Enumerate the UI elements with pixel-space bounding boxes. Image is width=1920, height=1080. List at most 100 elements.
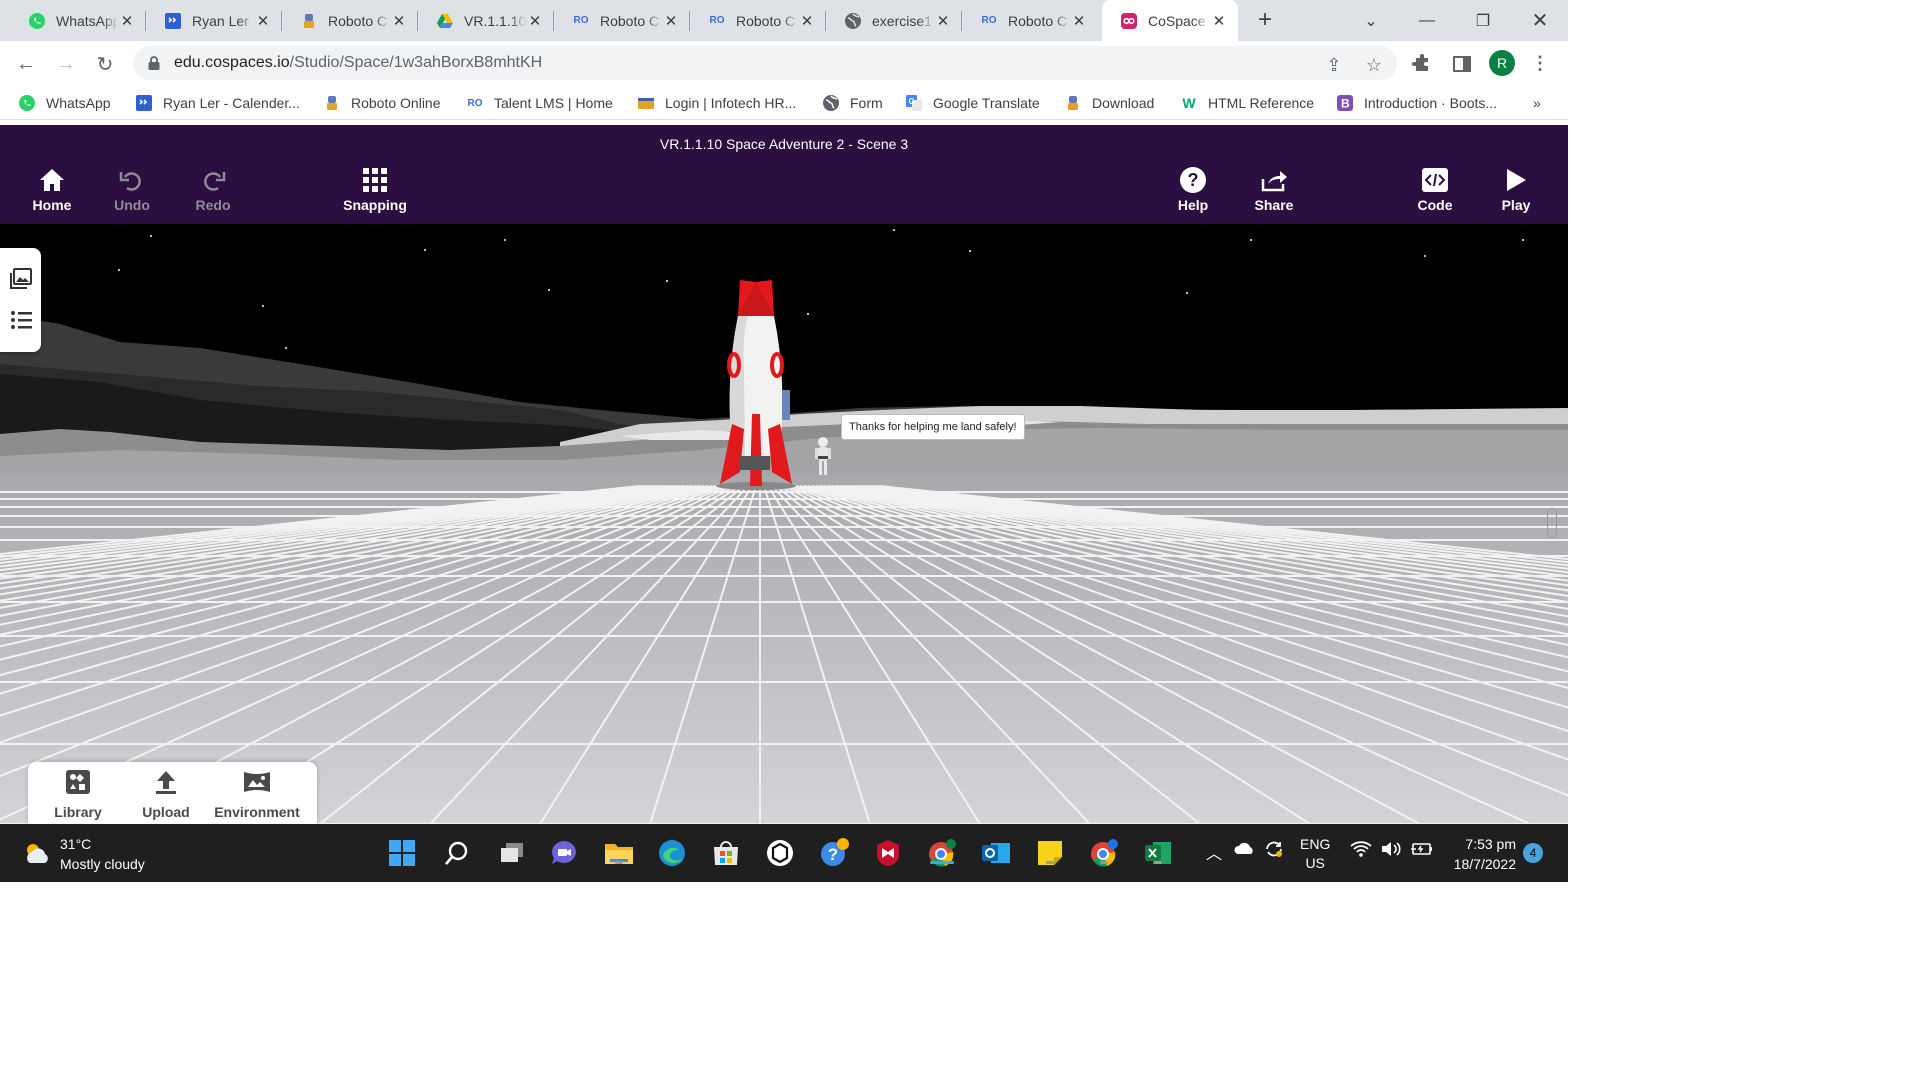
home-button[interactable]: Home — [12, 165, 92, 213]
tab-search-icon[interactable]: ⌄ — [1343, 0, 1399, 41]
environment-button[interactable]: Environment — [212, 768, 302, 820]
excel-icon[interactable] — [1142, 837, 1174, 869]
show-hidden-icons[interactable]: ︿ — [1206, 840, 1222, 864]
lock-icon[interactable] — [147, 55, 161, 71]
library-button[interactable]: Library — [33, 768, 123, 820]
close-icon[interactable]: ✕ — [662, 12, 680, 30]
microsoft-store-icon[interactable] — [710, 837, 742, 869]
tab-drive[interactable]: VR.1.1.10 ✕ — [418, 0, 554, 41]
scene-viewport[interactable]: Thanks for helping me land safely! — [0, 224, 1568, 824]
bookmark-calendar[interactable]: Ryan Ler - Calender... — [135, 93, 300, 113]
snapping-button[interactable]: Snapping — [335, 165, 415, 213]
bookmark-label: Introduction · Boots... — [1364, 95, 1498, 111]
home-icon — [12, 165, 92, 195]
chrome-profile-icon[interactable] — [1088, 837, 1120, 869]
edge-browser-icon[interactable] — [656, 837, 688, 869]
chatgpt-app-icon[interactable] — [764, 837, 796, 869]
close-icon[interactable]: ✕ — [1210, 12, 1228, 30]
translate-icon: G — [905, 94, 923, 112]
restore-button[interactable]: ❐ — [1455, 0, 1511, 41]
close-icon[interactable]: ✕ — [254, 12, 272, 30]
bookmark-html-reference[interactable]: W HTML Reference — [1180, 93, 1314, 113]
notification-badge[interactable]: 4 — [1523, 843, 1543, 863]
cospaces-header: VR.1.1.10 Space Adventure 2 - Scene 3 Ho… — [0, 125, 1568, 224]
bookmark-form[interactable]: Form — [822, 93, 883, 113]
menu-kebab-icon[interactable]: ⋮ — [1530, 53, 1550, 73]
list-icon[interactable] — [9, 308, 33, 332]
bookmark-whatsapp[interactable]: WhatsApp — [18, 93, 111, 113]
teams-chat-icon[interactable] — [548, 837, 580, 869]
bookmark-infotech[interactable]: Login | Infotech HR... — [637, 93, 796, 113]
share-page-icon[interactable]: ⇪ — [1324, 55, 1344, 75]
undo-icon — [92, 165, 172, 195]
forward-button[interactable]: → — [52, 50, 80, 78]
tab-roboto-coding-2[interactable]: RO Roboto C ✕ — [690, 0, 826, 41]
sticky-notes-icon[interactable] — [1034, 837, 1066, 869]
help-button[interactable]: ? Help — [1153, 165, 1233, 213]
bookmark-bootstrap[interactable]: B Introduction · Boots... — [1336, 93, 1497, 113]
wifi-icon[interactable] — [1350, 840, 1372, 861]
search-icon[interactable] — [441, 837, 473, 869]
tab-exercise[interactable]: exercise1 ✕ — [826, 0, 962, 41]
weather-widget[interactable]: 31°C Mostly cloudy — [22, 834, 145, 874]
close-icon[interactable]: ✕ — [526, 12, 544, 30]
redo-button[interactable]: Redo — [173, 165, 253, 213]
gallery-icon[interactable] — [9, 266, 33, 290]
bookmark-google-translate[interactable]: G Google Translate — [905, 93, 1040, 113]
roboto-coding-icon: RO — [709, 15, 725, 26]
system-clock[interactable]: 7:53 pm 18/7/2022 — [1446, 834, 1516, 874]
battery-icon[interactable] — [1410, 840, 1434, 861]
new-tab-button[interactable]: + — [1252, 8, 1278, 34]
bookmarks-overflow-button[interactable]: » — [1533, 93, 1541, 113]
profile-avatar[interactable]: R — [1489, 50, 1515, 76]
url-text: edu.cospaces.io/Studio/Space/1w3ahBorxB8… — [174, 54, 543, 71]
upload-icon — [121, 768, 211, 796]
bookmark-star-icon[interactable]: ☆ — [1364, 55, 1384, 75]
vertical-scroll-handle[interactable] — [1547, 508, 1557, 538]
close-icon[interactable]: ✕ — [390, 12, 408, 30]
cospaces-icon — [1120, 12, 1138, 30]
undo-button[interactable]: Undo — [92, 165, 172, 213]
tab-roboto[interactable]: Roboto C ✕ — [282, 0, 418, 41]
bookmark-roboto-online[interactable]: Roboto Online — [323, 93, 441, 113]
bookmark-talent-lms[interactable]: RO Talent LMS | Home — [466, 93, 613, 113]
play-button[interactable]: Play — [1476, 165, 1556, 213]
scene-title[interactable]: VR.1.1.10 Space Adventure 2 - Scene 3 — [0, 136, 1568, 152]
file-explorer-icon[interactable] — [603, 837, 635, 869]
tab-calendar[interactable]: Ryan Ler ✕ — [146, 0, 282, 41]
sync-icon[interactable] — [1264, 840, 1284, 861]
share-button[interactable]: Share — [1234, 165, 1314, 213]
reload-button[interactable]: ↻ — [91, 50, 119, 78]
windows-start-icon[interactable] — [386, 837, 418, 869]
outlook-icon[interactable] — [980, 837, 1012, 869]
close-icon[interactable]: ✕ — [118, 12, 136, 30]
task-view-icon[interactable] — [496, 837, 528, 869]
volume-icon[interactable] — [1380, 840, 1402, 861]
back-button[interactable]: ← — [12, 50, 40, 78]
extensions-icon[interactable] — [1412, 54, 1432, 72]
language-indicator[interactable]: ENG US — [1300, 835, 1330, 873]
mcafee-icon[interactable] — [872, 837, 904, 869]
onedrive-icon[interactable] — [1233, 840, 1255, 859]
chrome-icon[interactable] — [926, 837, 958, 869]
speech-bubble[interactable]: Thanks for helping me land safely! — [841, 414, 1025, 440]
close-icon[interactable]: ✕ — [798, 12, 816, 30]
bottom-panel: Library Upload Environment — [28, 762, 317, 824]
tab-cospaces[interactable]: CoSpace ✕ — [1102, 0, 1238, 41]
close-window-button[interactable]: ✕ — [1512, 0, 1568, 41]
address-bar[interactable]: edu.cospaces.io/Studio/Space/1w3ahBorxB8… — [133, 46, 1397, 80]
code-button[interactable]: Code — [1395, 165, 1475, 213]
side-panel-icon[interactable] — [1452, 54, 1472, 72]
tab-roboto-coding-1[interactable]: RO Roboto C ✕ — [554, 0, 690, 41]
upload-button[interactable]: Upload — [121, 768, 211, 820]
redo-icon — [173, 165, 253, 195]
bookmark-download[interactable]: Download — [1064, 93, 1154, 113]
scene-canvas[interactable] — [0, 224, 1568, 824]
close-icon[interactable]: ✕ — [934, 12, 952, 30]
minimize-button[interactable]: — — [1399, 0, 1455, 41]
get-help-icon[interactable]: ? — [818, 837, 850, 869]
close-icon[interactable]: ✕ — [1070, 12, 1088, 30]
tab-whatsapp[interactable]: WhatsApp ✕ — [10, 0, 146, 41]
globe-icon — [822, 94, 840, 112]
tab-roboto-coding-3[interactable]: RO Roboto C ✕ — [962, 0, 1098, 41]
